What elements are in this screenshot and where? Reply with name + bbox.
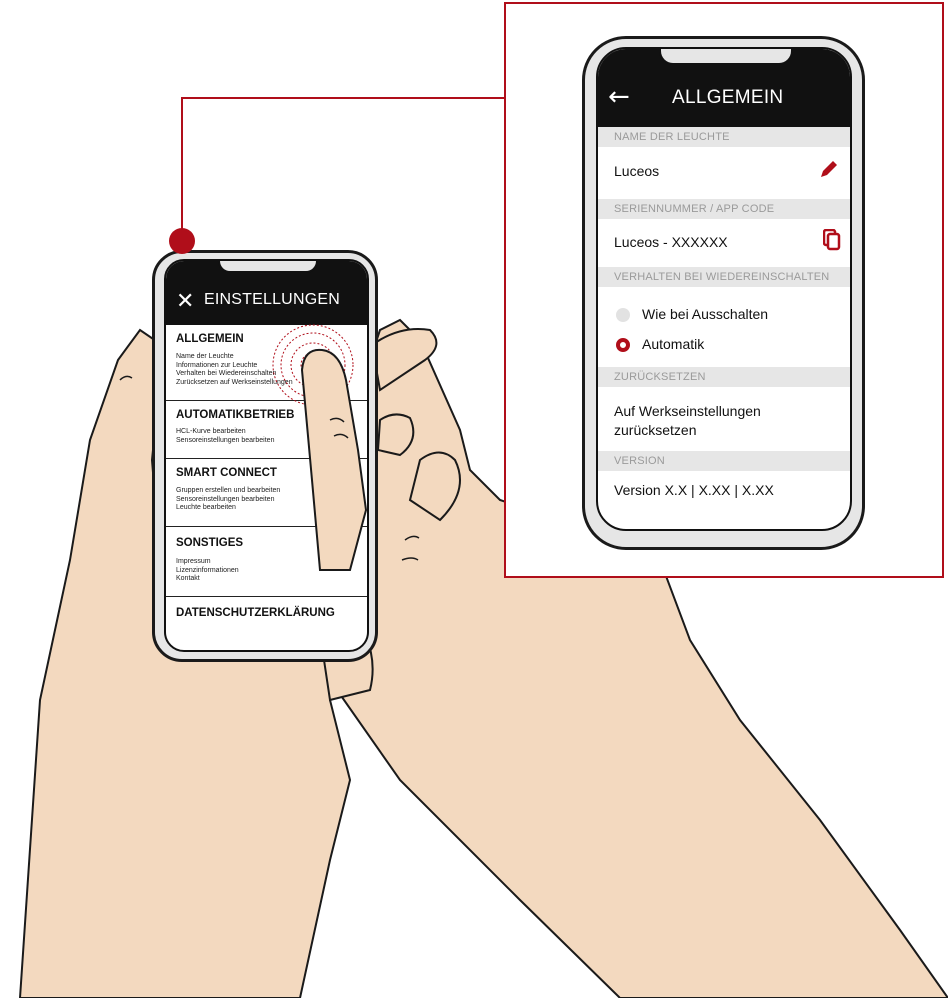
section-title: SMART CONNECT [176,467,277,479]
category-behavior: VERHALTEN BEI WIEDEREINSCHALTEN [598,267,850,287]
section-line: Sensoreinstellungen bearbeiten [176,436,275,444]
small-phone-notch [218,261,318,273]
arrow-left-icon[interactable]: ← [608,84,630,110]
section-line: HCL-Kurve bearbeiten [176,428,246,435]
version-value: Version X.X | X.XX | X.XX [614,482,774,498]
category-serial: SERIENNUMMER / APP CODE [598,199,850,219]
callout-anchor-dot [169,228,195,254]
pencil-icon[interactable] [819,159,839,179]
section-line: Gruppen erstellen und bearbeiten [176,487,281,494]
section-title: DATENSCHUTZERKLÄRUNG [176,607,335,619]
large-phone-screen: ← ALLGEMEIN NAME DER LEUCHTE Luceos SERI… [596,47,852,531]
section-lines: Gruppen erstellen und bearbeiten Sensore… [176,487,280,513]
category-name: NAME DER LEUCHTE [598,127,850,147]
allgemein-title: ALLGEMEIN [672,87,784,108]
finger-overlay [300,348,368,571]
section-line: Kontakt [176,575,200,583]
large-phone-notch [659,49,793,65]
reset-factory-settings[interactable]: Auf Werkseinstellungen zurücksetzen [614,402,814,440]
section-lines: HCL-Kurve bearbeiten Sensoreinstellungen… [176,428,274,445]
settings-title: EINSTELLUNGEN [204,291,340,308]
close-icon[interactable]: ✕ [176,291,194,313]
lamp-name-value[interactable]: Luceos [614,163,659,179]
section-line: Sensoreinstellungen bearbeiten [176,495,275,503]
copy-icon[interactable] [823,229,841,251]
section-datenschutz[interactable]: DATENSCHUTZERKLÄRUNG [166,597,367,650]
radio-automatik-selected[interactable] [616,338,630,352]
section-lines: Impressum Lizenzinformationen Kontakt [176,558,239,584]
section-line: Impressum [176,558,211,565]
option-automatik[interactable]: Automatik [642,336,704,352]
category-version: VERSION [598,451,850,471]
option-wie-bei-ausschalten[interactable]: Wie bei Ausschalten [642,306,768,322]
section-line: Lizenzinformationen [176,566,239,574]
section-title: ALLGEMEIN [176,333,244,345]
section-title: SONSTIGES [176,537,244,549]
category-reset: ZURÜCKSETZEN [598,367,850,387]
section-line: Leuchte bearbeiten [176,504,236,512]
serial-value: Luceos - XXXXXX [614,234,728,250]
radio-wie-bei-ausschalten[interactable] [616,308,630,322]
section-title: AUTOMATIKBETRIEB [176,409,295,421]
